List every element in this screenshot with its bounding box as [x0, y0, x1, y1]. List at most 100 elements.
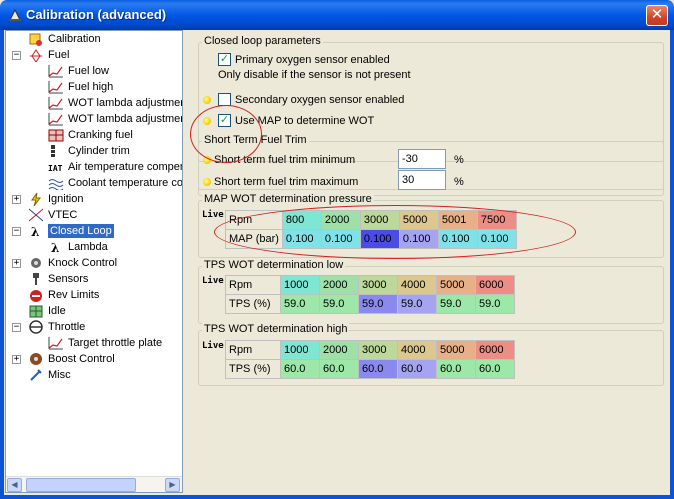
collapse-icon[interactable]: −: [12, 51, 21, 60]
row-header: Rpm: [225, 340, 281, 360]
rpm-cell[interactable]: 6000: [475, 340, 515, 360]
fuel-trim-min-input[interactable]: [398, 149, 446, 169]
value-cell[interactable]: 59.0: [358, 294, 398, 314]
rev-limit-icon: [30, 290, 42, 302]
rpm-cell[interactable]: 2000: [319, 340, 359, 360]
tree-item-label: Target throttle plate: [68, 337, 163, 349]
tree-item-label: Air temperature compens: [68, 161, 183, 173]
rpm-cell[interactable]: 4000: [397, 340, 437, 360]
modified-star-icon: [203, 96, 211, 104]
tree-item-wot-lambda-adjustmen[interactable]: WOT lambda adjustmen: [6, 95, 182, 111]
fuel-trim-min-unit: %: [454, 154, 464, 166]
scroll-right-icon[interactable]: ▶: [165, 478, 180, 492]
rpm-cell[interactable]: 1000: [280, 340, 320, 360]
tree-item-label: Fuel: [48, 49, 70, 61]
graph-icon: [48, 113, 63, 126]
tps-low-table[interactable]: Rpm 1000 2000 3000 4000 5000 6000 TPS (%) 59.0 59…: [225, 275, 515, 314]
tree-item-label: Boost Control: [48, 353, 115, 365]
expand-icon[interactable]: +: [12, 195, 21, 204]
tree-horizontal-scrollbar[interactable]: ◀ ▶: [6, 476, 182, 492]
expand-icon[interactable]: +: [12, 259, 21, 268]
live-indicator: Live: [202, 210, 224, 220]
settings-panel: Closed loop parameters ✓ Primary oxygen …: [190, 30, 668, 493]
tree-item-label: Coolant temperature cor: [68, 177, 183, 189]
value-cell[interactable]: 59.0: [319, 294, 359, 314]
tree-item-calibration[interactable]: Calibration: [6, 31, 182, 47]
tree-item-target-throttle-plate[interactable]: Target throttle plate: [6, 335, 182, 351]
tree-item-label: Cranking fuel: [68, 129, 133, 141]
value-cell[interactable]: 60.0: [397, 359, 437, 379]
value-cell[interactable]: 60.0: [280, 359, 320, 379]
scroll-thumb[interactable]: [26, 478, 136, 492]
tree-item-fuel-low[interactable]: Fuel low: [6, 63, 182, 79]
expand-icon[interactable]: +: [12, 355, 21, 364]
tree-item-cylinder-trim[interactable]: Cylinder trim: [6, 143, 182, 159]
tps-low-title: TPS WOT determination low: [202, 259, 346, 271]
tree-item-label: Knock Control: [48, 257, 118, 269]
close-button[interactable]: ✕: [646, 5, 668, 26]
tree-item-knock-control[interactable]: + Knock Control: [6, 255, 182, 271]
tree-item-label: Cylinder trim: [68, 145, 130, 157]
rpm-cell[interactable]: 2000: [319, 275, 359, 295]
tree-item-misc[interactable]: Misc: [6, 367, 182, 383]
tree-item-closed-loop[interactable]: − λ Closed Loop: [6, 223, 182, 239]
window-frame-right: [670, 30, 674, 499]
title-bar[interactable]: Calibration (advanced) ✕: [0, 0, 674, 30]
window-title: Calibration (advanced): [26, 7, 167, 22]
calibration-icon: [29, 33, 42, 46]
collapse-icon[interactable]: −: [12, 227, 21, 236]
secondary-oxygen-label: Secondary oxygen sensor enabled: [235, 94, 405, 106]
tps-high-table[interactable]: Rpm 1000 2000 3000 4000 5000 6000 TPS (%) 60.0 60…: [225, 340, 515, 379]
tree-item-label: WOT lambda adjustmen: [68, 97, 183, 109]
lightning-icon: [31, 192, 41, 206]
value-cell[interactable]: 59.0: [475, 294, 515, 314]
value-cell[interactable]: 59.0: [397, 294, 437, 314]
tree-item-boost-control[interactable]: + Boost Control: [6, 351, 182, 367]
scroll-left-icon[interactable]: ◀: [7, 478, 22, 492]
tree-item-fuel[interactable]: − Fuel: [6, 47, 182, 63]
tree-item-label: Ignition: [48, 193, 84, 205]
tree-item-vtec[interactable]: VTEC: [6, 207, 182, 223]
tree-item-ignition[interactable]: + Ignition: [6, 191, 182, 207]
value-cell[interactable]: 60.0: [436, 359, 476, 379]
tree-item-label: Idle: [48, 305, 66, 317]
value-cell[interactable]: 60.0: [319, 359, 359, 379]
tree-item-label: Throttle: [48, 321, 86, 333]
fuel-trim-max-input[interactable]: [398, 170, 446, 190]
rpm-cell[interactable]: 3000: [358, 275, 398, 295]
tree-item-air-temperature-compens[interactable]: IAT Air temperature compens: [6, 159, 182, 175]
tree-item-label: Lambda: [68, 241, 108, 253]
tree-item-cranking-fuel[interactable]: Cranking fuel: [6, 127, 182, 143]
tree-item-label: Calibration: [48, 33, 101, 45]
rpm-cell[interactable]: 5000: [436, 275, 476, 295]
rpm-cell[interactable]: 1000: [280, 275, 320, 295]
rpm-cell[interactable]: 6000: [475, 275, 515, 295]
rpm-cell[interactable]: 3000: [358, 340, 398, 360]
graph-icon: [48, 65, 63, 78]
fuel-icon: [30, 49, 42, 62]
tree-item-label: Fuel low: [68, 65, 109, 77]
lambda-icon: λ: [51, 241, 59, 254]
collapse-icon[interactable]: −: [12, 323, 21, 332]
tree-item-throttle[interactable]: − Throttle: [6, 319, 182, 335]
value-cell[interactable]: 60.0: [358, 359, 398, 379]
primary-oxygen-checkbox[interactable]: ✓: [218, 53, 231, 66]
value-cell[interactable]: 59.0: [436, 294, 476, 314]
tree-item-label: Closed Loop: [48, 224, 114, 238]
sensor-icon: [33, 273, 39, 285]
fuel-trim-max-label: Short term fuel trim maximum: [214, 176, 359, 188]
tree-item-idle[interactable]: Idle: [6, 303, 182, 319]
tree-item-sensors[interactable]: Sensors: [6, 271, 182, 287]
svg-text:IAT: IAT: [48, 164, 63, 173]
value-cell[interactable]: 59.0: [280, 294, 320, 314]
navigation-tree[interactable]: Calibration − Fuel Fuel low Fuel high WOT lam…: [5, 30, 183, 493]
tree-item-lambda[interactable]: λ Lambda: [6, 239, 182, 255]
tree-item-wot-lambda-adjustmen[interactable]: WOT lambda adjustmen: [6, 111, 182, 127]
tree-item-rev-limits[interactable]: Rev Limits: [6, 287, 182, 303]
tree-item-label: VTEC: [48, 209, 78, 221]
tree-item-fuel-high[interactable]: Fuel high: [6, 79, 182, 95]
rpm-cell[interactable]: 4000: [397, 275, 437, 295]
tree-item-coolant-temperature-cor[interactable]: Coolant temperature cor: [6, 175, 182, 191]
rpm-cell[interactable]: 5000: [436, 340, 476, 360]
value-cell[interactable]: 60.0: [475, 359, 515, 379]
